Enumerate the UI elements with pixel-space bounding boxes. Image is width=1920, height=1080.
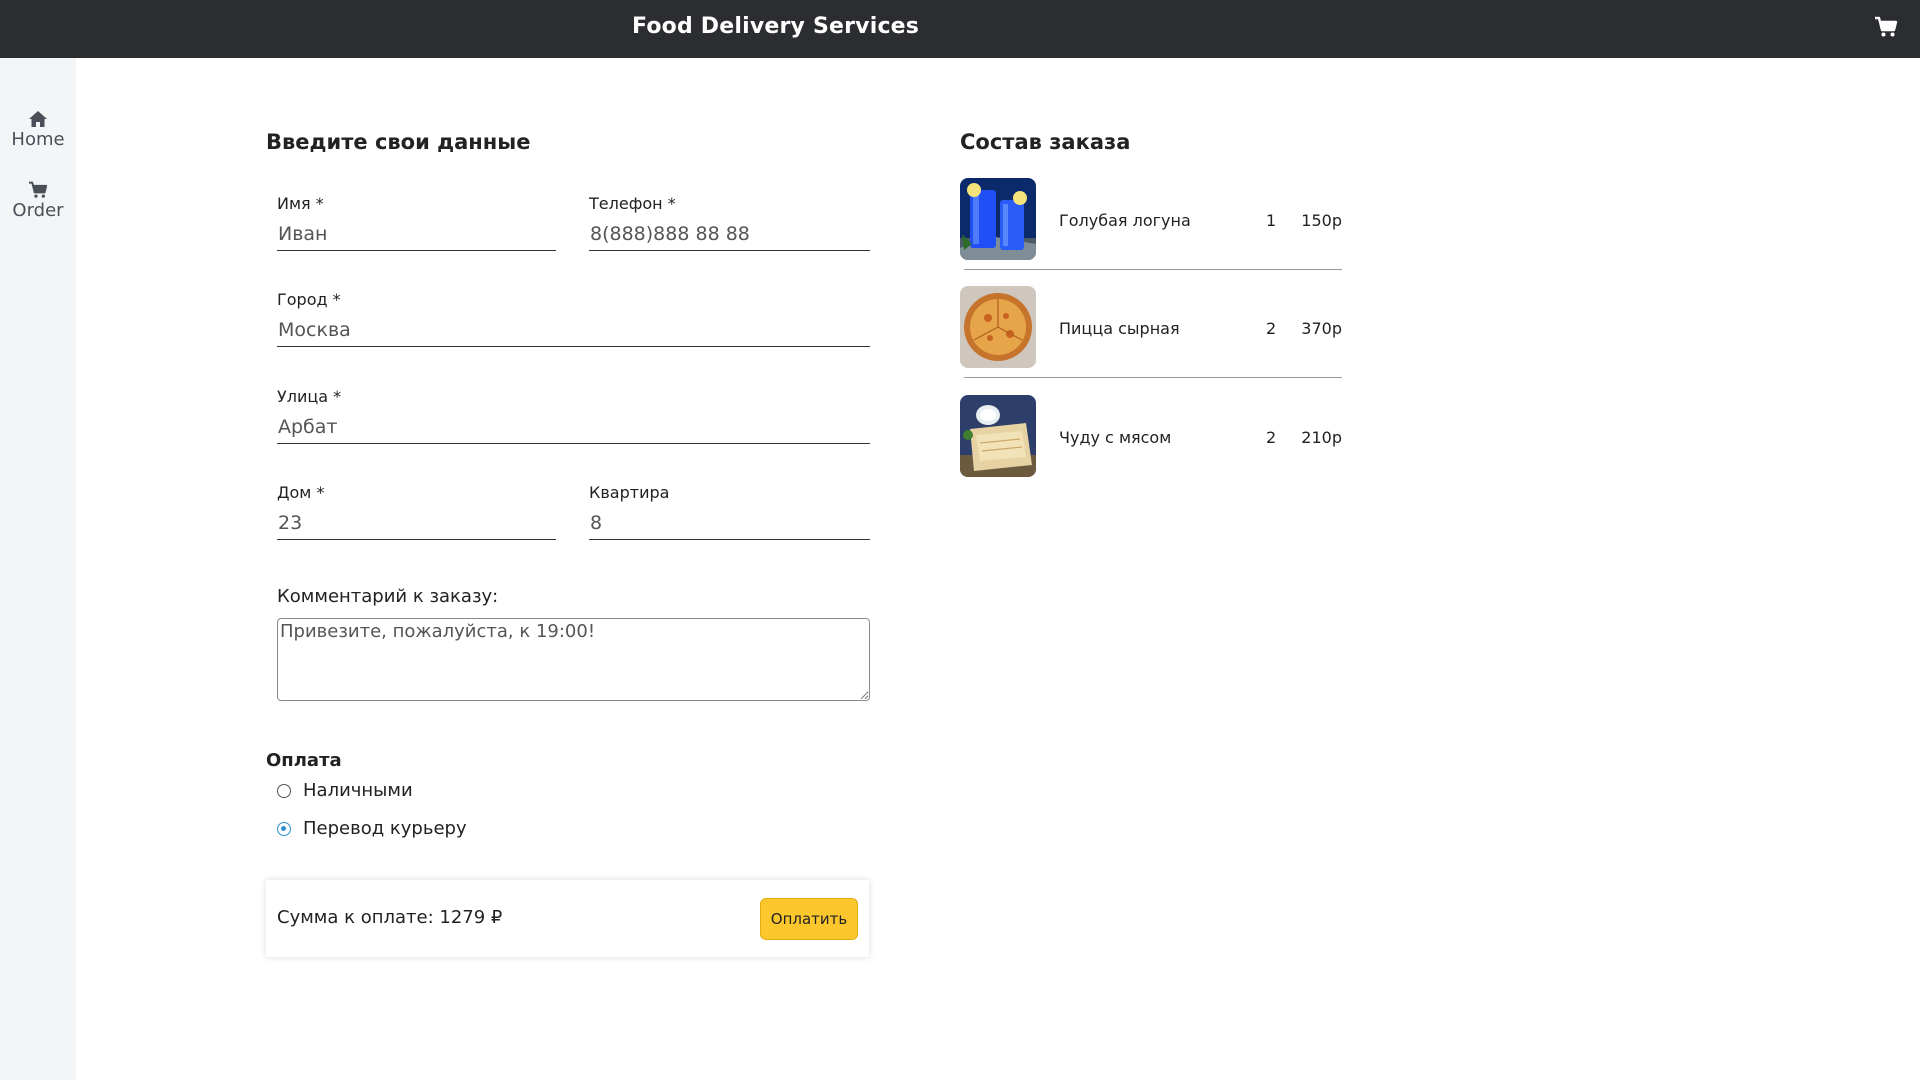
payment-option-courier-transfer[interactable]: Перевод курьеру (277, 818, 467, 839)
order-item-price: 210р (1301, 428, 1342, 447)
apartment-label: Квартира (589, 483, 670, 502)
comment-textarea[interactable]: Привезите, пожалуйста, к 19:00! (277, 618, 870, 701)
name-field[interactable] (277, 217, 556, 251)
app-title: Food Delivery Services (632, 14, 920, 39)
order-item-name: Чуду с мясом (1059, 428, 1172, 447)
sidebar-item-label: Order (12, 200, 64, 221)
order-item-name: Пицца сырная (1059, 319, 1180, 338)
total-amount: Сумма к оплате: 1279 ₽ (277, 907, 503, 928)
chudu-flatbread-image (960, 395, 1036, 477)
cash-radio[interactable] (277, 783, 291, 798)
order-item-price: 370р (1301, 319, 1342, 338)
phone-field[interactable] (589, 217, 870, 251)
cash-radio-label: Наличными (303, 780, 413, 801)
order-title: Состав заказа (960, 130, 1131, 154)
pay-button[interactable]: Оплатить (760, 898, 858, 940)
sidebar-item-order[interactable]: Order (0, 181, 76, 221)
city-field[interactable] (277, 313, 870, 347)
cheese-pizza-image (960, 286, 1036, 368)
phone-label: Телефон * (589, 194, 676, 213)
blue-lagoon-drink-image (960, 178, 1036, 260)
order-item: Пицца сырная 2 370р (960, 286, 1342, 378)
house-field[interactable] (277, 506, 556, 540)
home-icon (29, 111, 47, 127)
courier-transfer-radio[interactable] (277, 821, 291, 836)
top-navbar: Food Delivery Services (0, 0, 1920, 58)
street-label: Улица * (277, 387, 342, 406)
courier-transfer-radio-label: Перевод курьеру (303, 818, 467, 839)
form-title: Введите свои данные (266, 130, 531, 154)
order-item-qty: 1 (1266, 211, 1277, 230)
shopping-cart-icon (1875, 16, 1898, 37)
order-item: Голубая логуна 1 150р (960, 178, 1342, 270)
order-item-qty: 2 (1266, 319, 1277, 338)
cart-button[interactable] (1874, 16, 1898, 38)
city-label: Город * (277, 290, 341, 309)
street-field[interactable] (277, 410, 870, 444)
name-label: Имя * (277, 194, 324, 213)
order-item-qty: 2 (1266, 428, 1277, 447)
shopping-cart-icon (28, 181, 48, 198)
order-item-price: 150р (1301, 211, 1342, 230)
payment-option-cash[interactable]: Наличными (277, 780, 413, 801)
order-item-name: Голубая логуна (1059, 211, 1191, 230)
apartment-field[interactable] (589, 506, 870, 540)
payment-title: Оплата (266, 750, 342, 771)
total-card: Сумма к оплате: 1279 ₽ Оплатить (266, 880, 869, 957)
comment-label: Комментарий к заказу: (277, 586, 499, 607)
sidebar: Home Order (0, 58, 76, 1080)
sidebar-item-label: Home (11, 129, 65, 150)
order-item: Чуду с мясом 2 210р (960, 395, 1342, 485)
house-label: Дом * (277, 483, 325, 502)
sidebar-item-home[interactable]: Home (0, 110, 76, 150)
